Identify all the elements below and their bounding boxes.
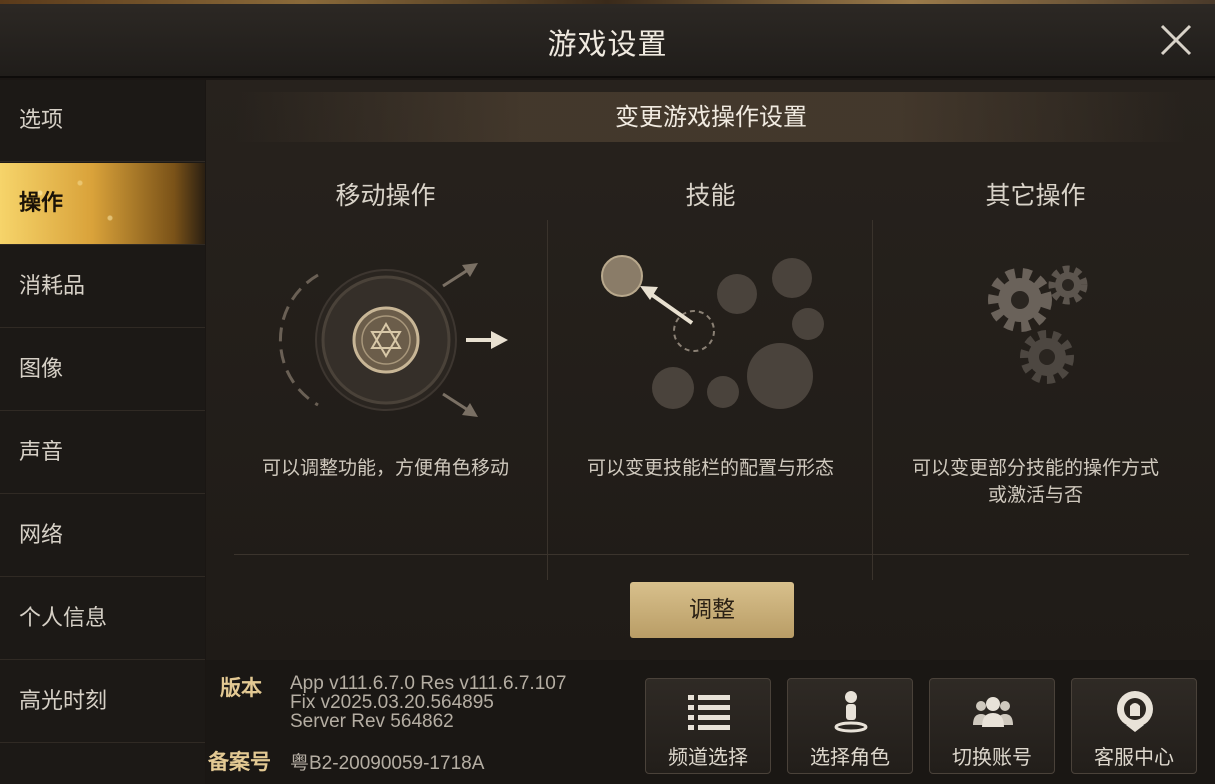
skill-layout-illustration (601, 255, 824, 409)
column-description: 可以调整功能，方便角色移动 (261, 457, 509, 479)
list-icon (688, 695, 730, 730)
sidebar-item-profile[interactable]: 个人信息 (0, 578, 205, 660)
column-movement: 移动操作 可以调整功能，方便角色移动 (223, 160, 548, 580)
column-description: 可以变更技能栏的配置与形态 (586, 457, 834, 479)
users-icon (973, 697, 1013, 727)
sidebar-item-label: 操作 (19, 191, 64, 216)
section-header: 变更游戏操作设置 (236, 92, 1186, 142)
sidebar-item-options[interactable]: 选项 (0, 80, 205, 162)
sidebar-item-label: 声音 (19, 440, 64, 465)
switch-account-label: 切换账号 (952, 745, 1032, 769)
sidebar-item-label: 个人信息 (19, 606, 108, 631)
sidebar-item-sound[interactable]: 声音 (0, 412, 205, 494)
sidebar-item-label: 消耗品 (19, 274, 86, 299)
select-character-label: 选择角色 (810, 745, 890, 769)
sidebar-item-label: 选项 (19, 108, 64, 133)
title-bar: 游戏设置 (0, 4, 1215, 78)
version-line: Fix v2025.03.20.564895 (290, 692, 494, 713)
joystick-illustration (278, 263, 508, 417)
column-title: 移动操作 (335, 181, 436, 210)
sidebar-item-graphics[interactable]: 图像 (0, 329, 205, 411)
version-line: App v111.6.7.0 Res v111.6.7.107 (290, 673, 567, 694)
character-pin-icon (834, 691, 868, 733)
version-label: 版本 (220, 676, 262, 700)
sidebar-item-label: 高光时刻 (19, 689, 108, 714)
column-title: 其它操作 (985, 181, 1086, 210)
sidebar-item-label: 图像 (19, 357, 64, 382)
close-icon (1160, 24, 1192, 56)
window-title: 游戏设置 (547, 27, 668, 61)
version-info: App v111.6.7.0 Res v111.6.7.107 Fix v202… (290, 674, 566, 731)
main-panel: 变更游戏操作设置 移动操作 可以调整功能，方便角色移动 技能 可以变更技能栏的配… (206, 80, 1215, 660)
sidebar-item-network[interactable]: 网络 (0, 495, 205, 577)
column-description: 可以变更部分技能的操作方式或激活与否 (911, 457, 1159, 506)
column-other: 其它操作 可以变更部分技能的操作方式或激活与否 (873, 160, 1198, 580)
record-number: 粤B2-20090059-1718A (290, 753, 485, 774)
channel-select-button[interactable]: 频道选择 (645, 678, 771, 774)
customer-service-label: 客服中心 (1094, 745, 1174, 769)
close-button[interactable] (1157, 21, 1195, 59)
column-skills: 技能 可以变更技能栏的配置与形态 (548, 160, 873, 580)
version-line: Server Rev 564862 (290, 711, 454, 732)
footer: 版本 App v111.6.7.0 Res v111.6.7.107 Fix v… (206, 660, 1215, 784)
gears-illustration (988, 265, 1088, 384)
sidebar: 选项 操作 消耗品 图像 声音 网络 个人信息 高光时刻 (0, 80, 205, 784)
record-label: 备案号 (208, 750, 271, 774)
sidebar-item-consumables[interactable]: 消耗品 (0, 246, 205, 328)
sidebar-item-controls[interactable]: 操作 (0, 163, 205, 245)
select-character-button[interactable]: 选择角色 (787, 678, 913, 774)
headset-icon (1117, 691, 1153, 732)
switch-account-button[interactable]: 切换账号 (929, 678, 1055, 774)
divider (234, 554, 1189, 555)
customer-service-button[interactable]: 客服中心 (1071, 678, 1197, 774)
sidebar-item-highlights[interactable]: 高光时刻 (0, 661, 205, 743)
column-title: 技能 (685, 181, 736, 210)
adjust-button[interactable]: 调整 (630, 582, 794, 638)
channel-select-label: 频道选择 (668, 745, 748, 769)
sidebar-item-label: 网络 (19, 523, 64, 548)
